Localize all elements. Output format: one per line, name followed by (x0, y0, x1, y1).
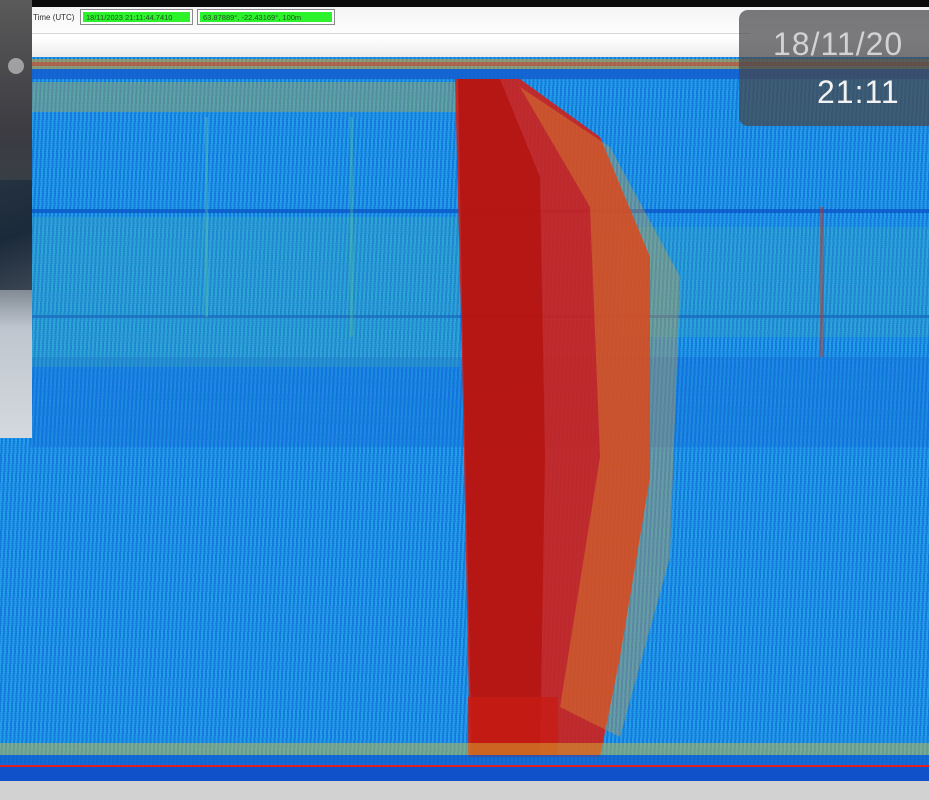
spectrogram-canvas (0, 59, 929, 765)
bottom-dark-band (0, 755, 929, 765)
utc-time-value: 18/11/2023 21:11:44.7410 (83, 12, 190, 22)
overlay-date: 18/11/20 (773, 26, 904, 62)
vertical-streak (205, 117, 208, 317)
vertical-streak (820, 207, 824, 357)
upper-warm-band (30, 82, 460, 112)
camera-feed-highlight (8, 58, 24, 74)
upper-green-tint (30, 217, 460, 367)
video-feed-inset (0, 0, 32, 438)
camera-feed-figure (0, 180, 32, 290)
toolbar-divider (30, 33, 750, 34)
utc-time-field[interactable]: 18/11/2023 21:11:44.7410 (80, 9, 193, 25)
bottom-noise-band (0, 743, 929, 755)
spectrogram-view[interactable] (0, 57, 929, 765)
overlay-time: 21:11 (817, 74, 900, 110)
gps-position-field[interactable]: 63.87889°, -22.43169°, 100m (197, 9, 335, 25)
vertical-streak (350, 117, 353, 337)
top-border-bar (0, 0, 929, 7)
timestamp-overlay: 18/11/20 21:11 (739, 10, 929, 126)
time-utc-label: Time (UTC) (33, 13, 75, 22)
bottom-status-strip (0, 781, 929, 800)
signal-burst-core (458, 79, 545, 757)
gps-position-value: 63.87889°, -22.43169°, 100m (200, 12, 332, 22)
